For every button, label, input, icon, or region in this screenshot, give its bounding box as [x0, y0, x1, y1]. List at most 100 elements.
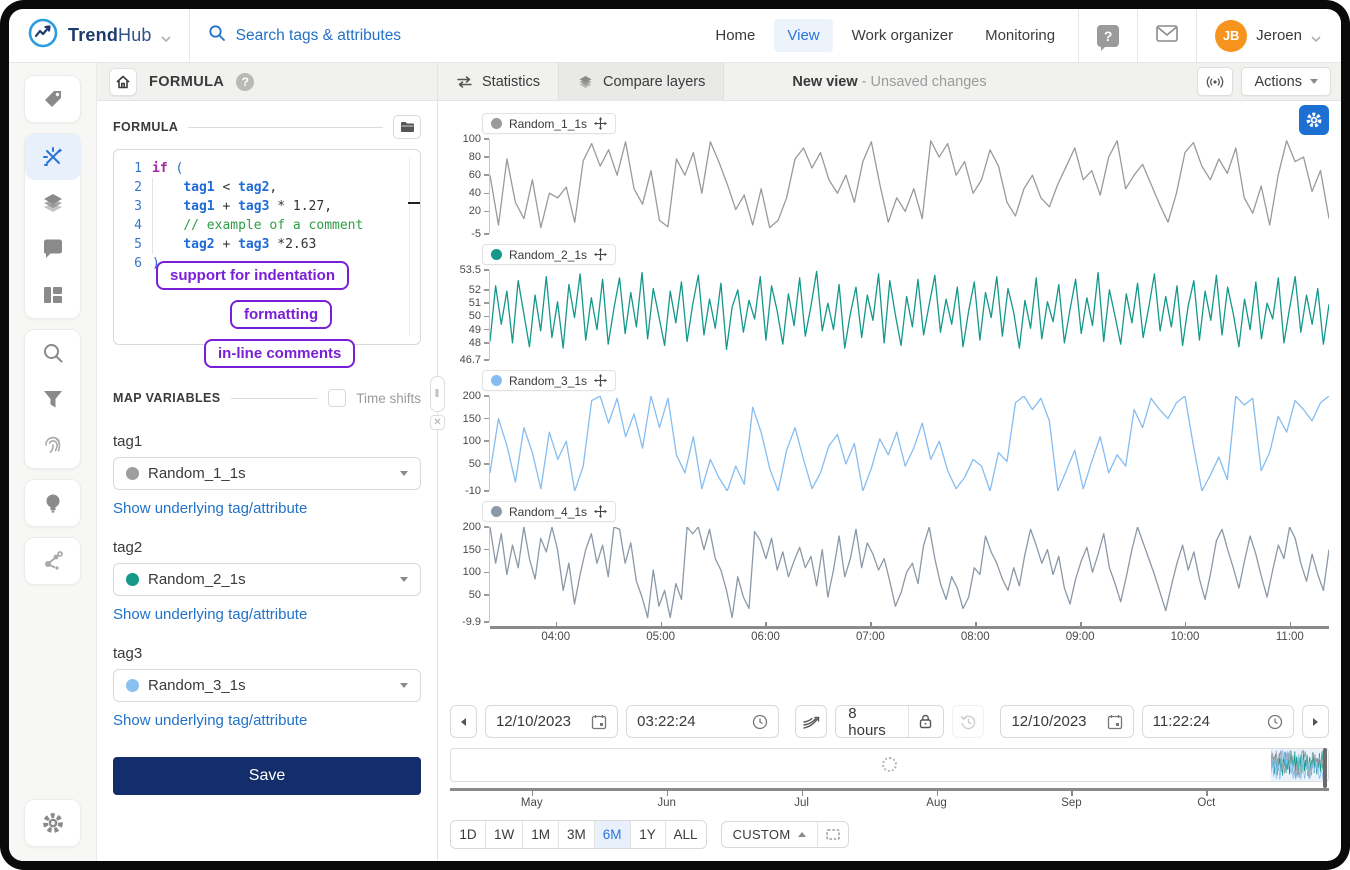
rail-comments-button[interactable] — [25, 226, 81, 272]
x-tick-mark — [765, 622, 767, 627]
y-tick-mark — [484, 572, 489, 574]
y-tick-label: 48 — [469, 337, 481, 349]
start-time-field[interactable]: 03:22:24 — [626, 705, 778, 738]
time-shifts-checkbox[interactable] — [328, 389, 346, 407]
y-tick-label: 51 — [469, 297, 481, 309]
move-icon[interactable] — [594, 374, 607, 387]
search-input[interactable]: Search tags & attributes — [208, 24, 401, 47]
actions-button[interactable]: Actions — [1241, 67, 1331, 96]
y-tick-label: 46.7 — [460, 354, 481, 366]
open-formula-button[interactable] — [393, 115, 421, 139]
panel-resize-handle[interactable]: ‖ — [430, 376, 445, 412]
move-icon[interactable] — [594, 117, 607, 130]
magnifier-icon — [42, 342, 64, 364]
axis-line — [490, 626, 1329, 629]
range-button-1y[interactable]: 1Y — [631, 821, 666, 848]
brand-menu[interactable]: TrendHub — [27, 17, 171, 54]
rail-layers-button[interactable] — [25, 180, 81, 226]
chart-plot-area[interactable] — [490, 139, 1329, 234]
chart-plot-area[interactable] — [490, 396, 1329, 491]
help-button[interactable]: ? — [1089, 17, 1127, 55]
editor-scrollbar[interactable] — [409, 158, 417, 336]
end-time-field[interactable]: 11:22:24 — [1142, 705, 1294, 738]
lock-duration-button[interactable] — [909, 706, 943, 737]
chart-plot-area[interactable] — [490, 270, 1329, 360]
step-forward-button[interactable] — [1302, 705, 1329, 738]
duration-field[interactable]: 8 hours — [836, 706, 908, 737]
selection-handle[interactable] — [1323, 748, 1327, 788]
scrubber-selection[interactable] — [1271, 749, 1323, 781]
nav-work-organizer[interactable]: Work organizer — [839, 19, 966, 52]
x-tick-label: 06:00 — [751, 631, 780, 643]
nav-monitoring[interactable]: Monitoring — [972, 19, 1068, 52]
swap-arrows-icon — [456, 76, 473, 88]
y-tick-mark — [484, 418, 489, 420]
range-button-3m[interactable]: 3M — [559, 821, 595, 848]
rail-search-button[interactable] — [25, 330, 81, 376]
home-button[interactable] — [109, 68, 137, 96]
panel-help-icon[interactable]: ? — [236, 73, 254, 91]
range-button-6m[interactable]: 6M — [595, 821, 631, 848]
step-back-button[interactable] — [450, 705, 477, 738]
chart-legend[interactable]: Random_4_1s — [482, 501, 616, 522]
statistics-tab[interactable]: Statistics — [438, 63, 559, 101]
y-tick-mark — [484, 329, 489, 331]
panel-close-button[interactable]: ✕ — [430, 415, 445, 430]
indent-guide — [152, 178, 153, 254]
start-date-field[interactable]: 12/10/2023 — [485, 705, 618, 738]
tag3-select[interactable]: Random_3_1s — [113, 669, 421, 702]
rail-filter-button[interactable] — [25, 376, 81, 422]
live-broadcast-button[interactable] — [1197, 67, 1233, 96]
user-menu[interactable]: JB Jeroen — [1215, 20, 1321, 52]
select-value: Random_1_1s — [148, 465, 391, 482]
tag2-select[interactable]: Random_2_1s — [113, 563, 421, 596]
chart-legend[interactable]: Random_2_1s — [482, 244, 616, 265]
range-button-1w[interactable]: 1W — [486, 821, 523, 848]
rail-settings-button[interactable] — [25, 800, 81, 846]
month-label: May — [521, 797, 543, 809]
trend-compare-button[interactable] — [795, 705, 828, 738]
range-button-1d[interactable]: 1D — [451, 821, 486, 848]
move-icon[interactable] — [594, 248, 607, 261]
time-controls: 12/10/2023 03:22:24 8 hours — [450, 705, 1329, 738]
chevron-down-icon — [1310, 79, 1318, 84]
range-button-1m[interactable]: 1M — [523, 821, 559, 848]
rail-formula-button[interactable] — [25, 134, 81, 180]
custom-range-expand-button[interactable] — [818, 822, 848, 847]
compare-layers-tab[interactable]: Compare layers — [559, 63, 724, 101]
show-underlying-link-tag2[interactable]: Show underlying tag/attribute — [113, 606, 307, 623]
chart-settings-button[interactable] — [1299, 105, 1329, 135]
rail-dashboard-button[interactable] — [25, 272, 81, 318]
y-tick-label: 20 — [469, 205, 481, 217]
y-tick-label: 100 — [463, 133, 481, 145]
line-number: 6 — [122, 254, 142, 273]
nav-home[interactable]: Home — [702, 19, 768, 52]
y-tick-label: 53.5 — [460, 264, 481, 276]
divider — [188, 127, 383, 128]
tag1-select[interactable]: Random_1_1s — [113, 457, 421, 490]
messages-button[interactable] — [1148, 17, 1186, 55]
overview-scrubber[interactable] — [450, 748, 1329, 782]
chart-plot-area[interactable] — [490, 527, 1329, 622]
legend-label: Random_2_1s — [509, 248, 587, 262]
rail-tags-button[interactable] — [25, 76, 81, 122]
save-button[interactable]: Save — [113, 757, 421, 795]
show-underlying-link-tag3[interactable]: Show underlying tag/attribute — [113, 712, 307, 729]
start-time-value: 03:22:24 — [637, 713, 743, 730]
range-button-all[interactable]: ALL — [666, 821, 706, 848]
y-tick-label: -5 — [471, 228, 481, 240]
nav-view[interactable]: View — [774, 19, 832, 52]
move-icon[interactable] — [594, 505, 607, 518]
y-tick-label: 100 — [463, 435, 481, 447]
statistics-label: Statistics — [482, 74, 540, 90]
rail-fingerprint-button[interactable] — [25, 422, 81, 468]
expand-frame-icon — [826, 829, 840, 840]
end-date-field[interactable]: 12/10/2023 — [1000, 705, 1133, 738]
chart-legend[interactable]: Random_3_1s — [482, 370, 616, 391]
custom-range-button[interactable]: CUSTOM — [722, 822, 819, 847]
rail-graph-button[interactable] — [25, 538, 81, 584]
chart-legend[interactable]: Random_1_1s — [482, 113, 616, 134]
formula-icon — [41, 145, 65, 169]
rail-insights-button[interactable] — [25, 480, 81, 526]
show-underlying-link-tag1[interactable]: Show underlying tag/attribute — [113, 500, 307, 517]
